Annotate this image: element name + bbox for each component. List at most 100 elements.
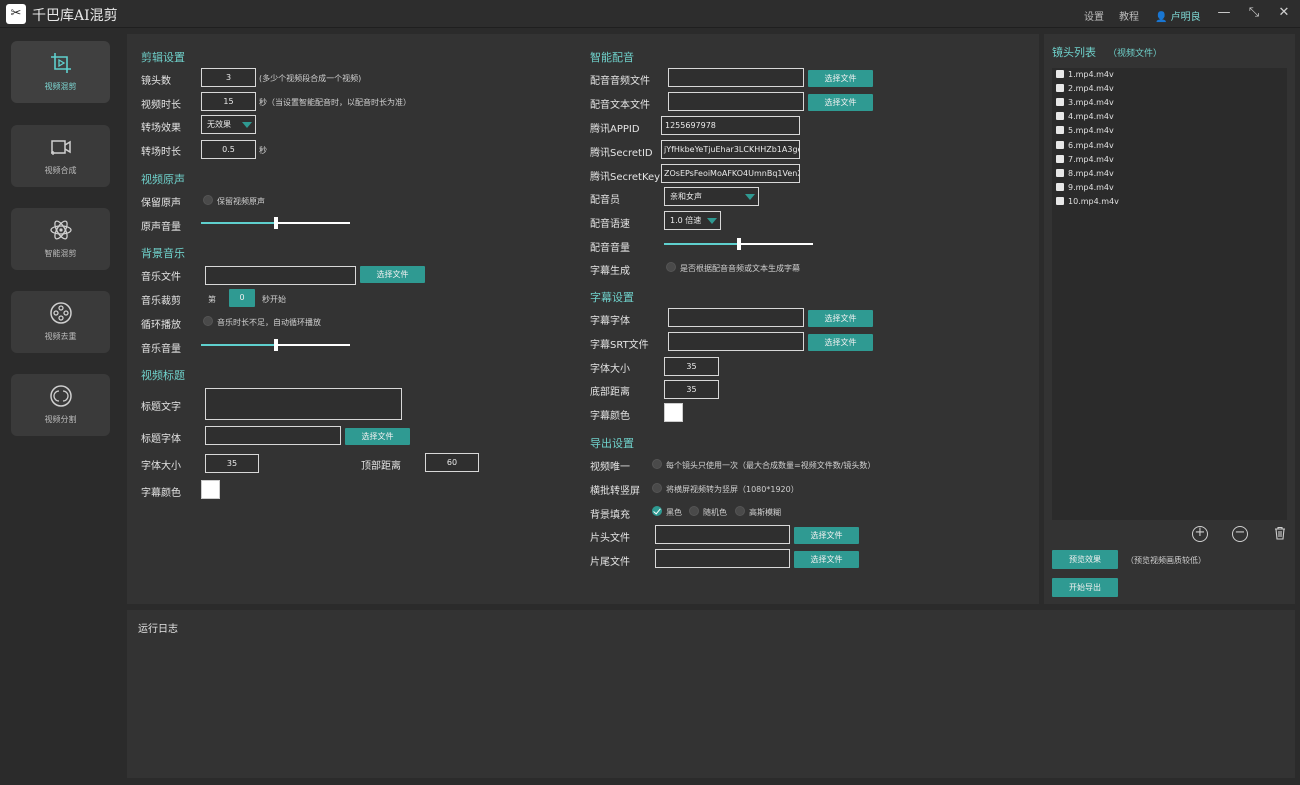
original-volume-label: 原声音量 — [141, 222, 181, 233]
bg-black-radio[interactable] — [652, 506, 662, 516]
sidebar: 视频混剪 视频合成 智能混剪 视频去重 视频分割 — [0, 29, 122, 785]
outro-input[interactable] — [655, 549, 790, 568]
slider-thumb[interactable] — [273, 217, 278, 229]
list-item[interactable]: 9.mp4.m4v — [1056, 183, 1114, 192]
bg-fill-label: 背景填充 — [590, 510, 630, 521]
loop-option: 音乐时长不足，自动循环播放 — [217, 318, 321, 327]
sidebar-item-video-compose[interactable]: 视频合成 — [11, 125, 110, 187]
remove-icon[interactable]: − — [1232, 526, 1248, 542]
shot-file-list[interactable]: 1.mp4.m4v 2.mp4.m4v 3.mp4.m4v 4.mp4.m4v … — [1052, 68, 1287, 520]
voice-audio-label: 配音音频文件 — [590, 76, 650, 87]
list-item[interactable]: 8.mp4.m4v — [1056, 169, 1114, 178]
title-font-select-button[interactable]: 选择文件 — [345, 428, 410, 445]
bgm-trim-input[interactable]: 0 — [229, 289, 255, 307]
subtitle-font-input[interactable] — [668, 308, 804, 327]
list-item[interactable]: 10.mp4.m4v — [1056, 197, 1119, 206]
transition-time-input[interactable]: 0.5 — [201, 140, 256, 159]
sidebar-item-video-mix[interactable]: 视频混剪 — [11, 41, 110, 103]
chevron-down-icon — [745, 194, 755, 200]
title-size-input[interactable]: 35 — [205, 454, 259, 473]
srt-label: 字幕SRT文件 — [590, 340, 649, 351]
voice-audio-input[interactable] — [668, 68, 804, 87]
restore-icon[interactable]: ⤡ — [1245, 4, 1263, 22]
list-item[interactable]: 7.mp4.m4v — [1056, 155, 1114, 164]
transition-select[interactable]: 无效果 — [201, 115, 256, 134]
film-icon — [1056, 197, 1064, 205]
intro-label: 片头文件 — [590, 533, 630, 544]
log-panel — [127, 610, 1295, 778]
list-item[interactable]: 6.mp4.m4v — [1056, 141, 1114, 150]
film-icon — [1056, 126, 1064, 134]
list-item[interactable]: 3.mp4.m4v — [1056, 98, 1114, 107]
list-item[interactable]: 5.mp4.m4v — [1056, 126, 1114, 135]
title-text-input[interactable] — [205, 388, 402, 420]
subtitle-color-swatch[interactable] — [664, 403, 683, 422]
speed-select[interactable]: 1.0 倍速 — [664, 211, 721, 230]
voice-text-select-button[interactable]: 选择文件 — [808, 94, 873, 111]
secretkey-input[interactable]: ZOsEPsFeoiMoAFKO4UmnBq1VenXKrc70 — [661, 164, 800, 183]
tutorial-menu[interactable]: 教程 — [1119, 8, 1139, 23]
duration-input[interactable]: 15 — [201, 92, 256, 111]
sidebar-item-dedupe[interactable]: 视频去重 — [11, 291, 110, 353]
sidebar-item-split[interactable]: 视频分割 — [11, 374, 110, 436]
split-icon — [50, 385, 72, 407]
bgm-trim-suffix: 秒开始 — [262, 295, 286, 304]
voice-text-input[interactable] — [668, 92, 804, 111]
unique-checkbox[interactable] — [652, 459, 662, 469]
subtitle-font-select-button[interactable]: 选择文件 — [808, 310, 873, 327]
outro-select-button[interactable]: 选择文件 — [794, 551, 859, 568]
slider-thumb[interactable] — [736, 238, 741, 250]
sidebar-item-smart-mix[interactable]: 智能混剪 — [11, 208, 110, 270]
voice-volume-slider[interactable] — [664, 238, 813, 250]
intro-input[interactable] — [655, 525, 790, 544]
start-export-button[interactable]: 开始导出 — [1052, 578, 1118, 597]
app-logo: ✂ — [6, 4, 26, 24]
close-icon[interactable]: ✕ — [1275, 4, 1293, 22]
speaker-label: 配音员 — [590, 195, 620, 206]
preview-hint: （预览视频画质较低） — [1126, 556, 1206, 565]
add-icon[interactable]: + — [1192, 526, 1208, 542]
user-account[interactable]: 👤 卢明良 — [1155, 8, 1201, 23]
title-font-input[interactable] — [205, 426, 341, 445]
voice-audio-select-button[interactable]: 选择文件 — [808, 70, 873, 87]
srt-select-button[interactable]: 选择文件 — [808, 334, 873, 351]
title-top-input[interactable]: 60 — [425, 453, 479, 472]
title-color-label: 字幕颜色 — [141, 488, 181, 499]
trash-icon[interactable] — [1272, 526, 1288, 542]
settings-menu[interactable]: 设置 — [1084, 8, 1104, 23]
list-item[interactable]: 1.mp4.m4v — [1056, 70, 1114, 79]
minimize-icon[interactable]: — — [1215, 4, 1233, 22]
appid-input[interactable]: 1255697978 — [661, 116, 800, 135]
secretid-input[interactable]: jYfHkbeYeTjuEhar3LCKHHZb1A3geYbb — [661, 140, 800, 159]
transition-value: 无效果 — [207, 120, 231, 129]
subtitle-color-label: 字幕颜色 — [590, 411, 630, 422]
list-item[interactable]: 2.mp4.m4v — [1056, 84, 1114, 93]
slider-fill — [201, 222, 276, 224]
bg-random-radio[interactable] — [689, 506, 699, 516]
bg-random-option: 随机色 — [703, 508, 727, 517]
slider-thumb[interactable] — [273, 339, 278, 351]
edit-settings-title: 剪辑设置 — [141, 51, 185, 64]
subtitle-size-input[interactable]: 35 — [664, 357, 719, 376]
preview-button[interactable]: 预览效果 — [1052, 550, 1118, 569]
bgm-volume-slider[interactable] — [201, 339, 350, 351]
original-volume-slider[interactable] — [201, 217, 350, 229]
bg-blur-radio[interactable] — [735, 506, 745, 516]
loop-checkbox[interactable] — [203, 316, 213, 326]
intro-select-button[interactable]: 选择文件 — [794, 527, 859, 544]
subtitle-gen-checkbox[interactable] — [666, 262, 676, 272]
list-item[interactable]: 4.mp4.m4v — [1056, 112, 1114, 121]
speaker-select[interactable]: 亲和女声 — [664, 187, 759, 206]
srt-input[interactable] — [668, 332, 804, 351]
film-icon — [1056, 70, 1064, 78]
shots-input[interactable]: 3 — [201, 68, 256, 87]
bgm-select-button[interactable]: 选择文件 — [360, 266, 425, 283]
title-color-swatch[interactable] — [201, 480, 220, 499]
subtitle-bottom-input[interactable]: 35 — [664, 380, 719, 399]
keep-audio-checkbox[interactable] — [203, 195, 213, 205]
bgm-file-input[interactable] — [205, 266, 356, 285]
original-audio-title: 视频原声 — [141, 173, 185, 186]
portrait-checkbox[interactable] — [652, 483, 662, 493]
bgm-file-label: 音乐文件 — [141, 272, 181, 283]
portrait-option: 将横屏视频转为竖屏（1080*1920） — [666, 485, 799, 494]
